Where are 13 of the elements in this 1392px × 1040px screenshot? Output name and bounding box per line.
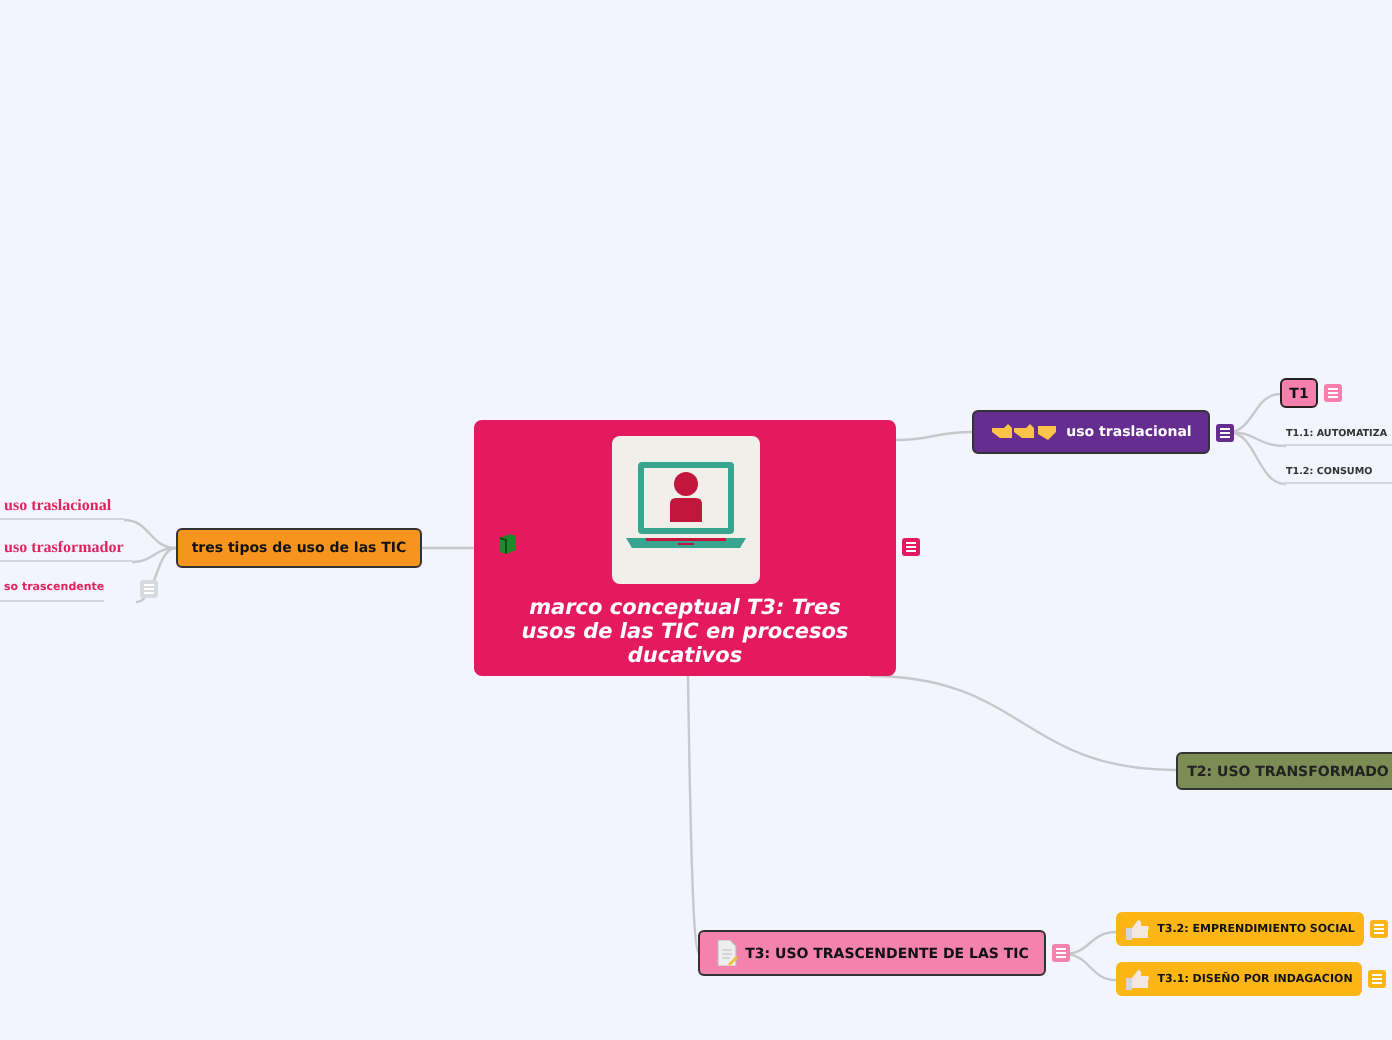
thumbs-up-icon — [1125, 918, 1150, 940]
central-topic-title: marco conceptual T3: Tres usos de las TIC en procesos ducativos — [519, 596, 851, 668]
topic-label[interactable]: uso trasformador — [0, 532, 132, 562]
connector-line — [422, 546, 474, 550]
topic-label[interactable]: uso traslacional — [0, 490, 124, 520]
thumbs-up-icon — [1125, 968, 1150, 990]
connector-line — [895, 430, 973, 442]
note-icon[interactable] — [902, 538, 920, 556]
book-icon — [498, 534, 516, 554]
note-icon[interactable] — [1216, 423, 1234, 441]
pointing-hands-icon — [990, 422, 1059, 442]
document-icon — [715, 940, 738, 966]
central-topic-node[interactable]: marco conceptual T3: Tres usos de las TIC en procesos ducativos — [474, 420, 896, 676]
